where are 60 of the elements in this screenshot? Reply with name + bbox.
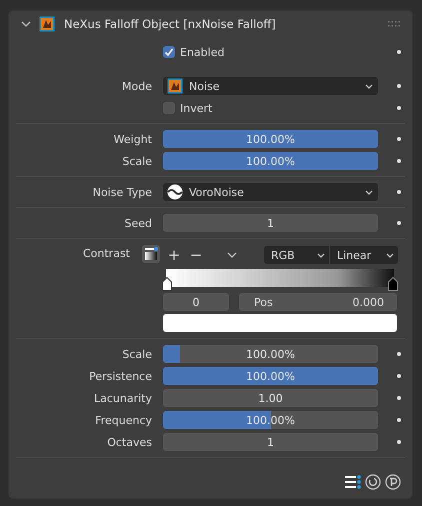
preset-icon[interactable] xyxy=(385,474,401,490)
keyframe-dot-icon[interactable] xyxy=(397,418,401,422)
checkbox-label[interactable]: Enabled xyxy=(180,46,224,58)
dropdown[interactable]: Noise xyxy=(163,77,378,95)
field-label: Noise Type xyxy=(92,186,152,198)
keyframe-dot-icon[interactable] xyxy=(397,106,401,110)
field-label: Scale xyxy=(121,154,152,168)
slider[interactable]: 100.00% xyxy=(163,152,378,170)
field-label: Persistence xyxy=(88,370,152,382)
chevron-icon[interactable] xyxy=(227,252,237,258)
drag-handle-icon[interactable] xyxy=(388,21,400,27)
dropdown[interactable]: VoroNoise xyxy=(163,183,378,201)
field-label: Mode xyxy=(121,80,152,92)
remove-button[interactable]: − xyxy=(185,246,207,264)
logo-icon xyxy=(39,16,55,32)
keyframe-dot-icon[interactable] xyxy=(397,84,401,88)
add-button[interactable]: + xyxy=(163,246,185,264)
keyframe-dot-icon[interactable] xyxy=(397,396,401,400)
color-mode-dropdown[interactable]: RGB xyxy=(264,246,330,264)
field-label: Frequency xyxy=(94,414,152,426)
keyframe-dot-icon[interactable] xyxy=(397,137,401,141)
list-icon[interactable] xyxy=(345,475,361,489)
checkbox[interactable] xyxy=(163,46,175,58)
color-stop-handle[interactable] xyxy=(388,277,398,291)
caret-icon xyxy=(386,252,394,258)
refresh-icon[interactable] xyxy=(365,474,381,490)
position-field[interactable]: Pos 0.000 xyxy=(239,293,397,311)
checkbox-label[interactable]: Invert xyxy=(180,102,212,114)
number-field[interactable]: 1 xyxy=(163,433,378,451)
keyframe-dot-icon[interactable] xyxy=(397,221,401,225)
wave-icon xyxy=(167,184,183,200)
keyframe-dot-icon[interactable] xyxy=(397,190,401,194)
number-field[interactable]: 1.00 xyxy=(163,389,378,407)
color-swatch[interactable] xyxy=(163,314,397,332)
keyframe-dot-icon[interactable] xyxy=(397,352,401,356)
keyframe-dot-icon[interactable] xyxy=(397,440,401,444)
field-label: Scale xyxy=(121,348,152,360)
logo-icon xyxy=(167,78,183,94)
keyframe-dot-icon[interactable] xyxy=(397,374,401,378)
field-label: Lacunarity xyxy=(92,392,152,404)
color-ramp-icon[interactable] xyxy=(142,245,160,263)
field-label: Weight xyxy=(112,132,152,146)
caret-icon xyxy=(317,252,325,258)
interpolation-dropdown[interactable]: Linear xyxy=(330,246,398,264)
field-label: Contrast xyxy=(82,246,130,260)
field-label: Octaves xyxy=(106,436,152,448)
number-field[interactable]: 1 xyxy=(163,214,378,232)
color-stop-handle[interactable] xyxy=(162,277,172,291)
slider[interactable]: 100.00% xyxy=(163,345,378,363)
slider[interactable]: 100.00% xyxy=(163,130,378,148)
field-label: Seed xyxy=(124,216,152,230)
panel-title: NeXus Falloff Object [nxNoise Falloff] xyxy=(64,17,277,31)
keyframe-dot-icon[interactable] xyxy=(397,159,401,163)
slider[interactable]: 100.00% xyxy=(163,367,378,385)
chevron-icon[interactable] xyxy=(21,21,31,27)
color-ramp[interactable] xyxy=(166,269,394,287)
caret-icon xyxy=(365,84,373,88)
keyframe-dot-icon[interactable] xyxy=(397,50,401,54)
stop-index-field[interactable]: 0 xyxy=(163,293,229,311)
caret-icon xyxy=(365,190,373,194)
